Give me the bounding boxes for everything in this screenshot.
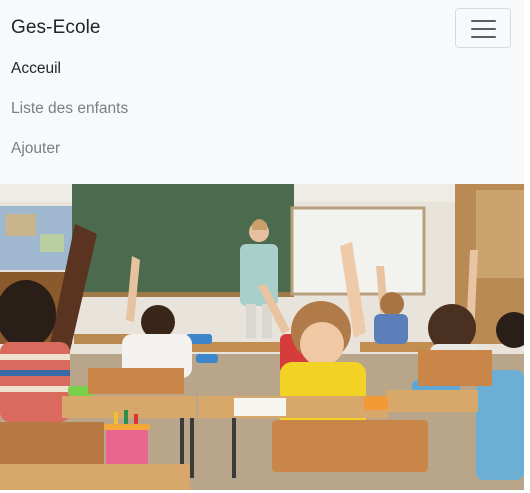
nav-link-acceuil[interactable]: Acceuil xyxy=(11,60,61,78)
toggler-bar xyxy=(471,20,496,22)
chair-front-center xyxy=(272,420,428,472)
toggler-bar xyxy=(471,28,496,30)
hero-classroom-image xyxy=(0,184,524,490)
nav-link-liste-des-enfants[interactable]: Liste des enfants xyxy=(11,100,128,118)
navbar: Ges-Ecole Acceuil Liste des enfants Ajou… xyxy=(0,0,524,184)
brand-link[interactable]: Ges-Ecole xyxy=(11,17,101,39)
page-edge xyxy=(524,0,530,493)
toggler-bar xyxy=(471,36,496,38)
nav-link-ajouter[interactable]: Ajouter xyxy=(11,140,60,158)
classroom-illustration xyxy=(0,184,524,490)
hamburger-menu-icon[interactable] xyxy=(455,8,511,48)
desk-front-left xyxy=(62,396,196,418)
